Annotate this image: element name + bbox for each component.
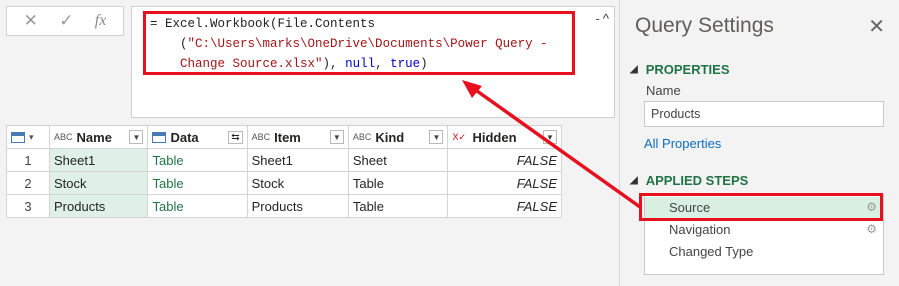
name-label: Name <box>646 83 681 98</box>
cell-data[interactable]: Table <box>147 148 248 172</box>
column-header-name[interactable]: ABC Name ▼ <box>48 125 149 149</box>
expand-icon[interactable]: ⇆ <box>228 130 243 144</box>
formula-null: null <box>345 57 376 71</box>
logical-type-icon[interactable]: X✓ <box>452 132 468 143</box>
column-label: Item <box>274 129 301 145</box>
column-label: Hidden <box>472 129 517 145</box>
corner-dropdown-icon: ▾ <box>29 131 34 142</box>
all-properties-link[interactable]: All Properties <box>644 136 721 151</box>
filter-dropdown-icon[interactable]: ▼ <box>543 130 557 144</box>
column-label: Data <box>170 129 199 145</box>
row-number: 2 <box>6 171 50 195</box>
step-changed-type[interactable]: Changed Type <box>645 241 883 263</box>
table-menu-icon[interactable] <box>11 131 25 143</box>
column-header-kind[interactable]: ABC Kind ▼ <box>347 125 449 149</box>
confirm-icon[interactable]: ✓ <box>59 11 73 31</box>
chevron-up-icon: ^ <box>602 11 609 26</box>
column-header-hidden[interactable]: X✓ Hidden ▼ <box>447 125 562 149</box>
formula-end: ) <box>420 57 428 71</box>
data-grid: ▾ ABC Name ▼ Data ⇆ ABC Item ▼ ABC Kind ▼ X✓ Hid… <box>6 125 562 218</box>
cell-item[interactable]: Products <box>246 194 349 218</box>
cell-kind[interactable]: Table <box>347 171 449 195</box>
table-row[interactable]: 2 Stock Table Stock Table FALSE <box>6 171 562 195</box>
cell-hidden[interactable]: FALSE <box>447 148 562 172</box>
step-label: Changed Type <box>669 244 754 259</box>
filter-dropdown-icon[interactable]: ▼ <box>329 130 344 144</box>
collapse-dash: - <box>595 11 600 26</box>
fx-icon[interactable]: fx <box>95 12 107 30</box>
gear-icon[interactable]: ⚙ <box>866 222 877 236</box>
query-name-input[interactable] <box>644 101 884 127</box>
formula-sep: , <box>375 57 391 71</box>
cell-kind[interactable]: Sheet <box>347 148 449 172</box>
close-icon[interactable]: ✕ <box>868 14 885 39</box>
section-label: PROPERTIES <box>645 62 730 77</box>
query-settings-pane: Query Settings ✕ ◢ PROPERTIES Name All P… <box>619 0 899 286</box>
step-label: Navigation <box>669 222 731 237</box>
table-row[interactable]: 3 Products Table Products Table FALSE <box>6 194 562 218</box>
column-header-data[interactable]: Data ⇆ <box>147 125 248 149</box>
cell-name[interactable]: Products <box>48 194 149 218</box>
cell-hidden[interactable]: FALSE <box>447 194 562 218</box>
cell-item[interactable]: Sheet1 <box>246 148 349 172</box>
collapse-triangle-icon[interactable]: ◢ <box>630 64 638 75</box>
cancel-icon[interactable]: ✕ <box>24 11 38 31</box>
applied-steps-section-header[interactable]: ◢ APPLIED STEPS <box>630 173 748 188</box>
filter-dropdown-icon[interactable]: ▼ <box>429 130 444 144</box>
cell-name[interactable]: Sheet1 <box>48 148 149 172</box>
formula-text[interactable]: = Excel.Workbook(File.Contents ("C:\User… <box>150 14 548 74</box>
formula-true: true <box>390 57 421 71</box>
formula-path-line-3: Change Source.xlsx" <box>180 57 323 71</box>
text-type-icon[interactable]: ABC <box>54 132 73 142</box>
source-step-highlight-box <box>639 193 883 221</box>
cell-kind[interactable]: Table <box>347 194 449 218</box>
column-label: Kind <box>375 129 405 145</box>
cell-data[interactable]: Table <box>147 194 248 218</box>
properties-section-header[interactable]: ◢ PROPERTIES <box>630 62 730 77</box>
collapse-triangle-icon[interactable]: ◢ <box>630 175 638 186</box>
formula-line-1: = Excel.Workbook(File.Contents <box>150 17 376 31</box>
collapse-formula-button[interactable]: - ^ <box>596 11 609 26</box>
table-type-icon[interactable] <box>152 131 167 143</box>
filter-dropdown-icon[interactable]: ▼ <box>129 130 144 144</box>
row-number: 1 <box>6 148 50 172</box>
formula-editor[interactable]: = Excel.Workbook(File.Contents ("C:\User… <box>131 6 615 118</box>
formula-paren-open: ( <box>180 37 188 51</box>
formula-mid: ), <box>322 57 346 71</box>
cell-hidden[interactable]: FALSE <box>447 171 562 195</box>
row-number: 3 <box>6 194 50 218</box>
text-type-icon[interactable]: ABC <box>353 132 372 142</box>
pane-title: Query Settings <box>635 14 774 37</box>
cell-data[interactable]: Table <box>147 171 248 195</box>
cell-item[interactable]: Stock <box>246 171 349 195</box>
column-header-item[interactable]: ABC Item ▼ <box>246 125 349 149</box>
section-label: APPLIED STEPS <box>645 173 749 188</box>
table-row[interactable]: 1 Sheet1 Table Sheet1 Sheet FALSE <box>6 148 562 172</box>
text-type-icon[interactable]: ABC <box>252 132 271 142</box>
step-navigation[interactable]: Navigation ⚙ <box>645 219 883 241</box>
column-label: Name <box>76 129 112 145</box>
formula-path-line-2: "C:\Users\marks\OneDrive\Documents\Power… <box>187 37 548 51</box>
cell-name[interactable]: Stock <box>48 171 149 195</box>
grid-corner[interactable]: ▾ <box>6 125 50 149</box>
formula-bar-controls: ✕ ✓ fx <box>6 6 124 36</box>
